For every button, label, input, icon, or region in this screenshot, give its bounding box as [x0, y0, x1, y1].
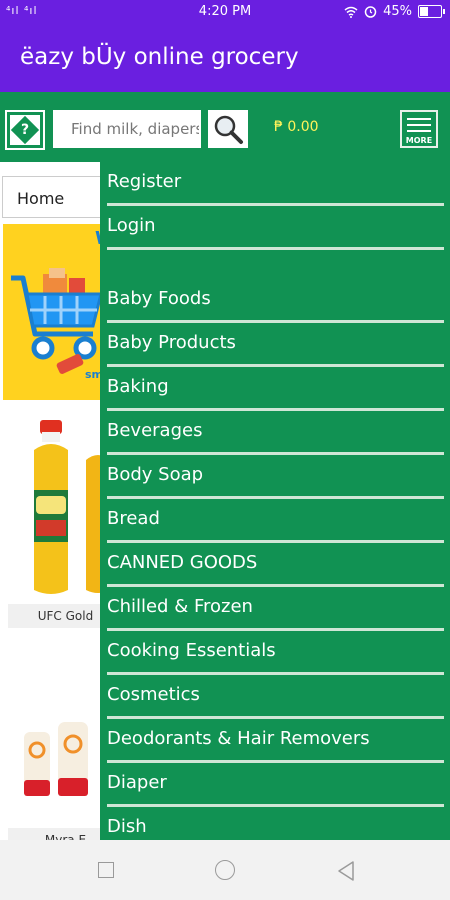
- status-bar: ⁴ıl ⁴ıl 4:20 PM 45%: [0, 0, 450, 24]
- toolbar: ? ₱ 0.00 MORE: [0, 92, 450, 162]
- menu-item-register[interactable]: Register: [107, 162, 444, 206]
- menu-item-login[interactable]: Login: [107, 206, 444, 250]
- app-bar: ëazy bÜy online grocery: [0, 24, 450, 92]
- status-right: 45%: [344, 4, 445, 19]
- search-icon: [214, 115, 243, 144]
- search-button[interactable]: [208, 110, 248, 148]
- battery-fill: [420, 7, 428, 16]
- system-nav-bar: [0, 840, 450, 900]
- menu-item-category[interactable]: Chilled & Frozen: [107, 587, 444, 631]
- help-diamond-icon: ?: [10, 115, 40, 145]
- menu-item-category[interactable]: Baby Products: [107, 323, 444, 367]
- home-circle-icon[interactable]: [215, 860, 235, 880]
- navigation-drawer: Register Login Baby Foods Baby Products …: [100, 162, 450, 840]
- menu-item-category[interactable]: Beverages: [107, 411, 444, 455]
- menu-item-category[interactable]: Dish: [107, 807, 444, 840]
- battery-icon: [418, 5, 445, 18]
- menu-item-category[interactable]: Body Soap: [107, 455, 444, 499]
- menu-line: [407, 118, 431, 120]
- wifi-icon: [344, 6, 358, 18]
- shopping-cart-icon: [11, 268, 103, 374]
- menu-item-category[interactable]: Bread: [107, 499, 444, 543]
- menu-item-category[interactable]: Baby Foods: [107, 279, 444, 323]
- menu-item-category[interactable]: Baking: [107, 367, 444, 411]
- menu-item-category[interactable]: Cooking Essentials: [107, 631, 444, 675]
- cart-total[interactable]: ₱ 0.00: [274, 119, 319, 135]
- menu-item-category[interactable]: Cosmetics: [107, 675, 444, 719]
- menu-item-category[interactable]: Deodorants & Hair Removers: [107, 719, 444, 763]
- menu-item-category[interactable]: CANNED GOODS: [107, 543, 444, 587]
- menu-item-category[interactable]: Diaper: [107, 763, 444, 807]
- question-mark-icon: ?: [20, 122, 30, 138]
- app-title: ëazy bÜy online grocery: [20, 44, 299, 70]
- search-input[interactable]: [53, 110, 201, 148]
- back-triangle-icon[interactable]: [336, 860, 356, 882]
- help-button[interactable]: ?: [5, 110, 45, 150]
- battery-percent: 45%: [383, 4, 412, 19]
- menu-line: [407, 130, 431, 132]
- alarm-icon: [364, 6, 377, 18]
- recents-square-icon[interactable]: [98, 862, 114, 878]
- more-label: MORE: [405, 136, 433, 145]
- menu-line: [407, 124, 431, 126]
- more-menu-button[interactable]: MORE: [400, 110, 438, 148]
